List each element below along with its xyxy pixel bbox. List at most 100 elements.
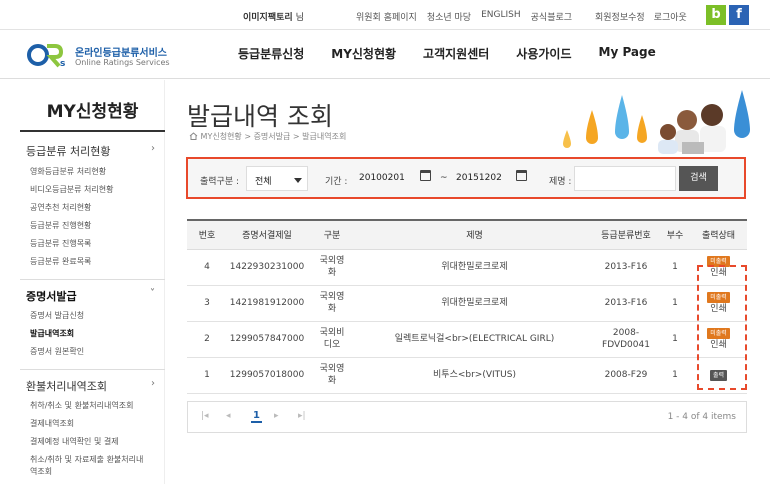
breadcrumb: MY신청현황 > 증명서발급 > 발급내역조회 [189,131,346,142]
sidebar-group-rating-status[interactable]: 등급분류 처리현황 › [26,143,161,159]
col-header-type: 구분 [307,219,357,250]
sidebar-group-refund[interactable]: 환불처리내역조회 › [26,378,161,394]
sidebar-group-certificate[interactable]: 증명서발급 ˅ [26,288,161,304]
rating-line2: FDVD0041 [602,340,650,350]
col-header-rating-no: 등급분류번호 [592,219,660,250]
group-label: 환불처리내역조회 [26,380,107,393]
calendar-icon[interactable] [516,170,527,181]
user-name: 이미지팩토리 [243,13,293,23]
svg-text:s: s [60,59,65,68]
first-page-button[interactable]: |◂ [201,411,209,421]
rating-line1: 2013-F16 [604,262,648,272]
cell-no: 3 [187,285,227,322]
link-blog[interactable]: 공식블로그 [531,10,572,23]
type-line1: 국외영 [319,256,345,266]
cell-title: 위대한밀로크로제 [357,285,592,322]
prev-page-button[interactable]: ◂ [226,411,231,421]
chevron-down-icon: ˅ [150,288,155,299]
chevron-down-icon [294,178,302,183]
nav-my-status[interactable]: MY신청현황 [331,45,396,62]
cell-no: 2 [187,321,227,358]
main-header: s 온라인등급분류서비스 Online Ratings Services 등급분… [0,31,770,79]
cell-date: 1421981912000 [227,285,307,322]
table-row[interactable]: 3 1421981912000 국외영 화 위대한밀로크로제 2013-F16 1… [187,285,747,322]
sidebar-item-cert-apply[interactable]: 증명서 발급신청 [30,310,84,321]
table-row[interactable]: 1 1299057018000 국외영 화 비투스<br>(VITUS) 2008… [187,357,747,394]
type-line2: 화 [327,304,337,314]
sidebar-item-cert-verify[interactable]: 증명서 원본확인 [30,346,84,357]
site-logo[interactable]: s 온라인등급분류서비스 Online Ratings Services [27,40,172,72]
sidebar-item-movie-status[interactable]: 영화등급분류 처리현황 [30,166,106,177]
link-youth[interactable]: 청소년 마당 [427,10,471,23]
account-links: 회원정보수정 로그아웃 [595,10,696,23]
link-committee-home[interactable]: 위원회 홈페이지 [356,10,417,23]
date-from-input[interactable]: 20100201 [359,166,405,191]
sidebar-item-performance-status[interactable]: 공연추천 처리현황 [30,202,91,213]
search-panel: 출력구분 : 전체 기간 : 20100201 ~ 20151202 제명 : … [186,157,746,199]
home-icon[interactable] [189,132,198,140]
cell-count: 1 [660,285,690,322]
last-page-button[interactable]: ▸| [298,411,306,421]
cell-date: 1299057847000 [227,321,307,358]
main-content: 발급내역 조회 MY신청현황 > 증명서발급 > 발급내역조회 출력구분 : 전… [186,80,757,484]
sidebar-divider [20,279,165,280]
highlight-status-box [697,265,747,390]
type-line1: 국외영 [319,292,345,302]
table-header-row: 번호 증명서결제일 구분 제명 등급분류번호 부수 출력상태 [187,219,747,250]
cell-rating-no: 2008-F29 [592,357,660,394]
cell-count: 1 [660,357,690,394]
cell-date: 1299057018000 [227,357,307,394]
user-suffix: 님 [295,13,304,23]
nav-support[interactable]: 고객지원센터 [423,45,489,62]
sidebar-item-in-progress[interactable]: 등급분류 진행현황 [30,220,91,231]
cell-no: 1 [187,357,227,394]
sidebar-item-cancel-refund-cont[interactable]: 역조회 [30,466,52,477]
facebook-icon[interactable]: f [729,5,749,25]
table-row[interactable]: 4 1422930231000 국외영 화 위대한밀로크로제 2013-F16 1… [187,249,747,286]
nav-guide[interactable]: 사용가이드 [516,45,571,62]
next-page-button[interactable]: ▸ [274,411,279,421]
blog-icon[interactable]: b [706,5,726,25]
print-type-value: 전체 [255,177,272,187]
top-links: 위원회 홈페이지 청소년 마당 ENGLISH 공식블로그 [356,10,582,23]
link-english[interactable]: ENGLISH [481,10,521,23]
sidebar-item-completed-list[interactable]: 등급분류 완료목록 [30,256,91,267]
cell-rating-no: 2008- FDVD0041 [592,321,660,358]
date-to-input[interactable]: 20151202 [456,166,502,191]
print-type-select[interactable]: 전체 [246,166,308,191]
sidebar-item-video-status[interactable]: 비디오등급분류 처리현황 [30,184,114,195]
global-nav: 등급분류신청 MY신청현황 고객지원센터 사용가이드 My Page [238,45,683,62]
cell-type: 국외영 화 [307,357,357,394]
print-type-label: 출력구분 : [200,177,240,187]
table-row[interactable]: 2 1299057847000 국외비디오 일렉트로닉걸<br>(ELECTRI… [187,321,747,358]
group-label: 등급분류 처리현황 [26,145,111,158]
logout-link[interactable]: 로그아웃 [654,10,687,23]
type-line2: 화 [327,268,337,278]
sidebar-item-payment-due[interactable]: 결제예정 내역확인 및 결제 [30,436,119,447]
type-line2: 디오 [323,340,341,350]
nav-rating-apply[interactable]: 등급분류신청 [238,45,304,62]
pagination: |◂ ◂ 1 ▸ ▸| 1 - 4 of 4 items [187,401,747,433]
sidebar-item-issue-history[interactable]: 발급내역조회 [30,328,74,339]
user-greeting: 이미지팩토리 님 [243,10,304,23]
cell-type: 국외영화 [307,249,357,286]
search-button[interactable]: 검색 [679,166,718,191]
rating-line1: 2008-F29 [604,370,648,380]
logo-mark-icon: s [27,44,65,68]
title-search-input[interactable] [574,166,676,191]
nav-my-page[interactable]: My Page [599,45,656,62]
col-header-status: 출력상태 [690,219,747,250]
edit-profile-link[interactable]: 회원정보수정 [595,10,645,23]
sidebar-item-refund-history[interactable]: 취하/취소 및 환불처리내역조회 [30,400,133,411]
type-line1: 국외비 [319,328,345,338]
sidebar-divider [20,130,165,132]
sidebar-item-payment-history[interactable]: 결제내역조회 [30,418,74,429]
calendar-icon[interactable] [420,170,431,181]
cell-title: 비투스<br>(VITUS) [357,357,592,394]
cell-title: 일렉트로닉걸<br>(ELECTRICAL GIRL) [357,321,592,358]
issue-history-table: 번호 증명서결제일 구분 제명 등급분류번호 부수 출력상태 4 1422930… [187,219,747,394]
sidebar-item-cancel-refund[interactable]: 취소/취하 및 자료제출 환불처리내 [30,454,143,465]
sidebar-item-progress-list[interactable]: 등급분류 진행목록 [30,238,91,249]
sidebar: MY신청현황 등급분류 처리현황 › 영화등급분류 처리현황 비디오등급분류 처리… [20,80,165,484]
current-page[interactable]: 1 [251,410,262,423]
